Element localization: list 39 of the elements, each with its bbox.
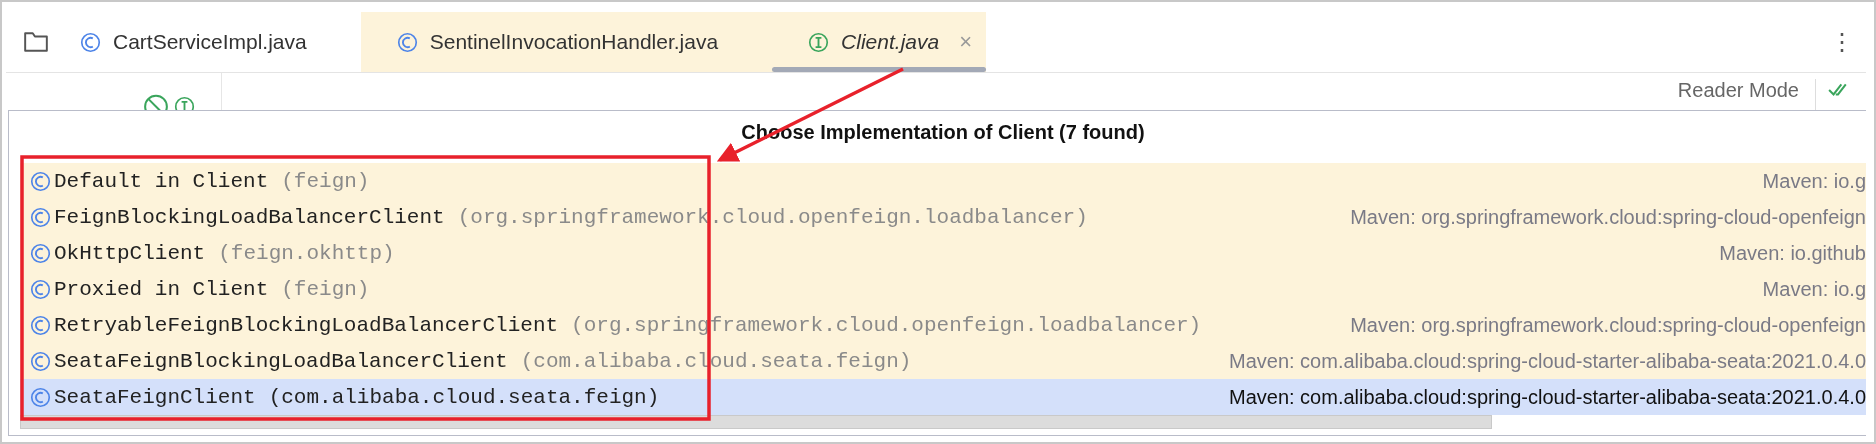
package-name: (feign.okhttp) [218,241,395,265]
interface-icon [808,31,830,53]
file-tab[interactable]: Client.java × [772,12,987,72]
library-location: Maven: com.alibaba.cloud:spring-cloud-starter-alibaba-seata:2021.0.4.0 [1228,349,1866,373]
class-icon [30,206,51,228]
tab-label: Client.java [841,30,940,54]
class-name: Default in Client [54,169,269,193]
library-location: Maven: io.g [1762,169,1866,193]
class-icon [30,278,51,300]
class-icon [30,170,51,192]
class-icon [396,31,418,53]
class-name: OkHttpClient [54,241,206,265]
double-check-icon [1828,82,1848,98]
class-icon [30,314,51,336]
class-name: FeignBlockingLoadBalancerClient [54,205,445,229]
package-name: (feign) [281,169,370,193]
class-icon [30,386,51,408]
library-location: Maven: com.alibaba.cloud:spring-cloud-starter-alibaba-seata:2021.0.4.0 [1228,385,1866,409]
folder-icon[interactable] [23,30,49,54]
class-name: Proxied in Client [54,277,269,301]
library-location: Maven: org.springframework.cloud:spring-cloud-openfeign [1350,313,1866,337]
class-icon [30,242,51,264]
package-name: (com.alibaba.cloud.seata.feign) [268,385,660,409]
class-name: RetryableFeignBlockingLoadBalancerClient [54,313,559,337]
library-location: Maven: org.springframework.cloud:spring-cloud-openfeign [1350,205,1866,229]
interface-icon [174,96,195,110]
tab-label: SentinelInvocationHandler.java [429,30,719,54]
no-entry-icon [143,94,169,110]
more-menu-button[interactable]: ⋮ [1818,12,1866,72]
package-name: (feign) [281,277,370,301]
library-location: Maven: io.g [1762,277,1866,301]
file-tab[interactable]: SentinelInvocationHandler.java [360,12,773,72]
class-icon [80,31,101,53]
class-name: SeataFeignClient [54,385,256,409]
tab-label: CartServiceImpl.java [113,30,307,54]
class-icon [30,350,51,372]
library-location: Maven: io.github [1719,241,1866,265]
class-name: SeataFeignBlockingLoadBalancerClient [54,349,508,373]
file-tab[interactable]: CartServiceImpl.java [66,12,361,72]
